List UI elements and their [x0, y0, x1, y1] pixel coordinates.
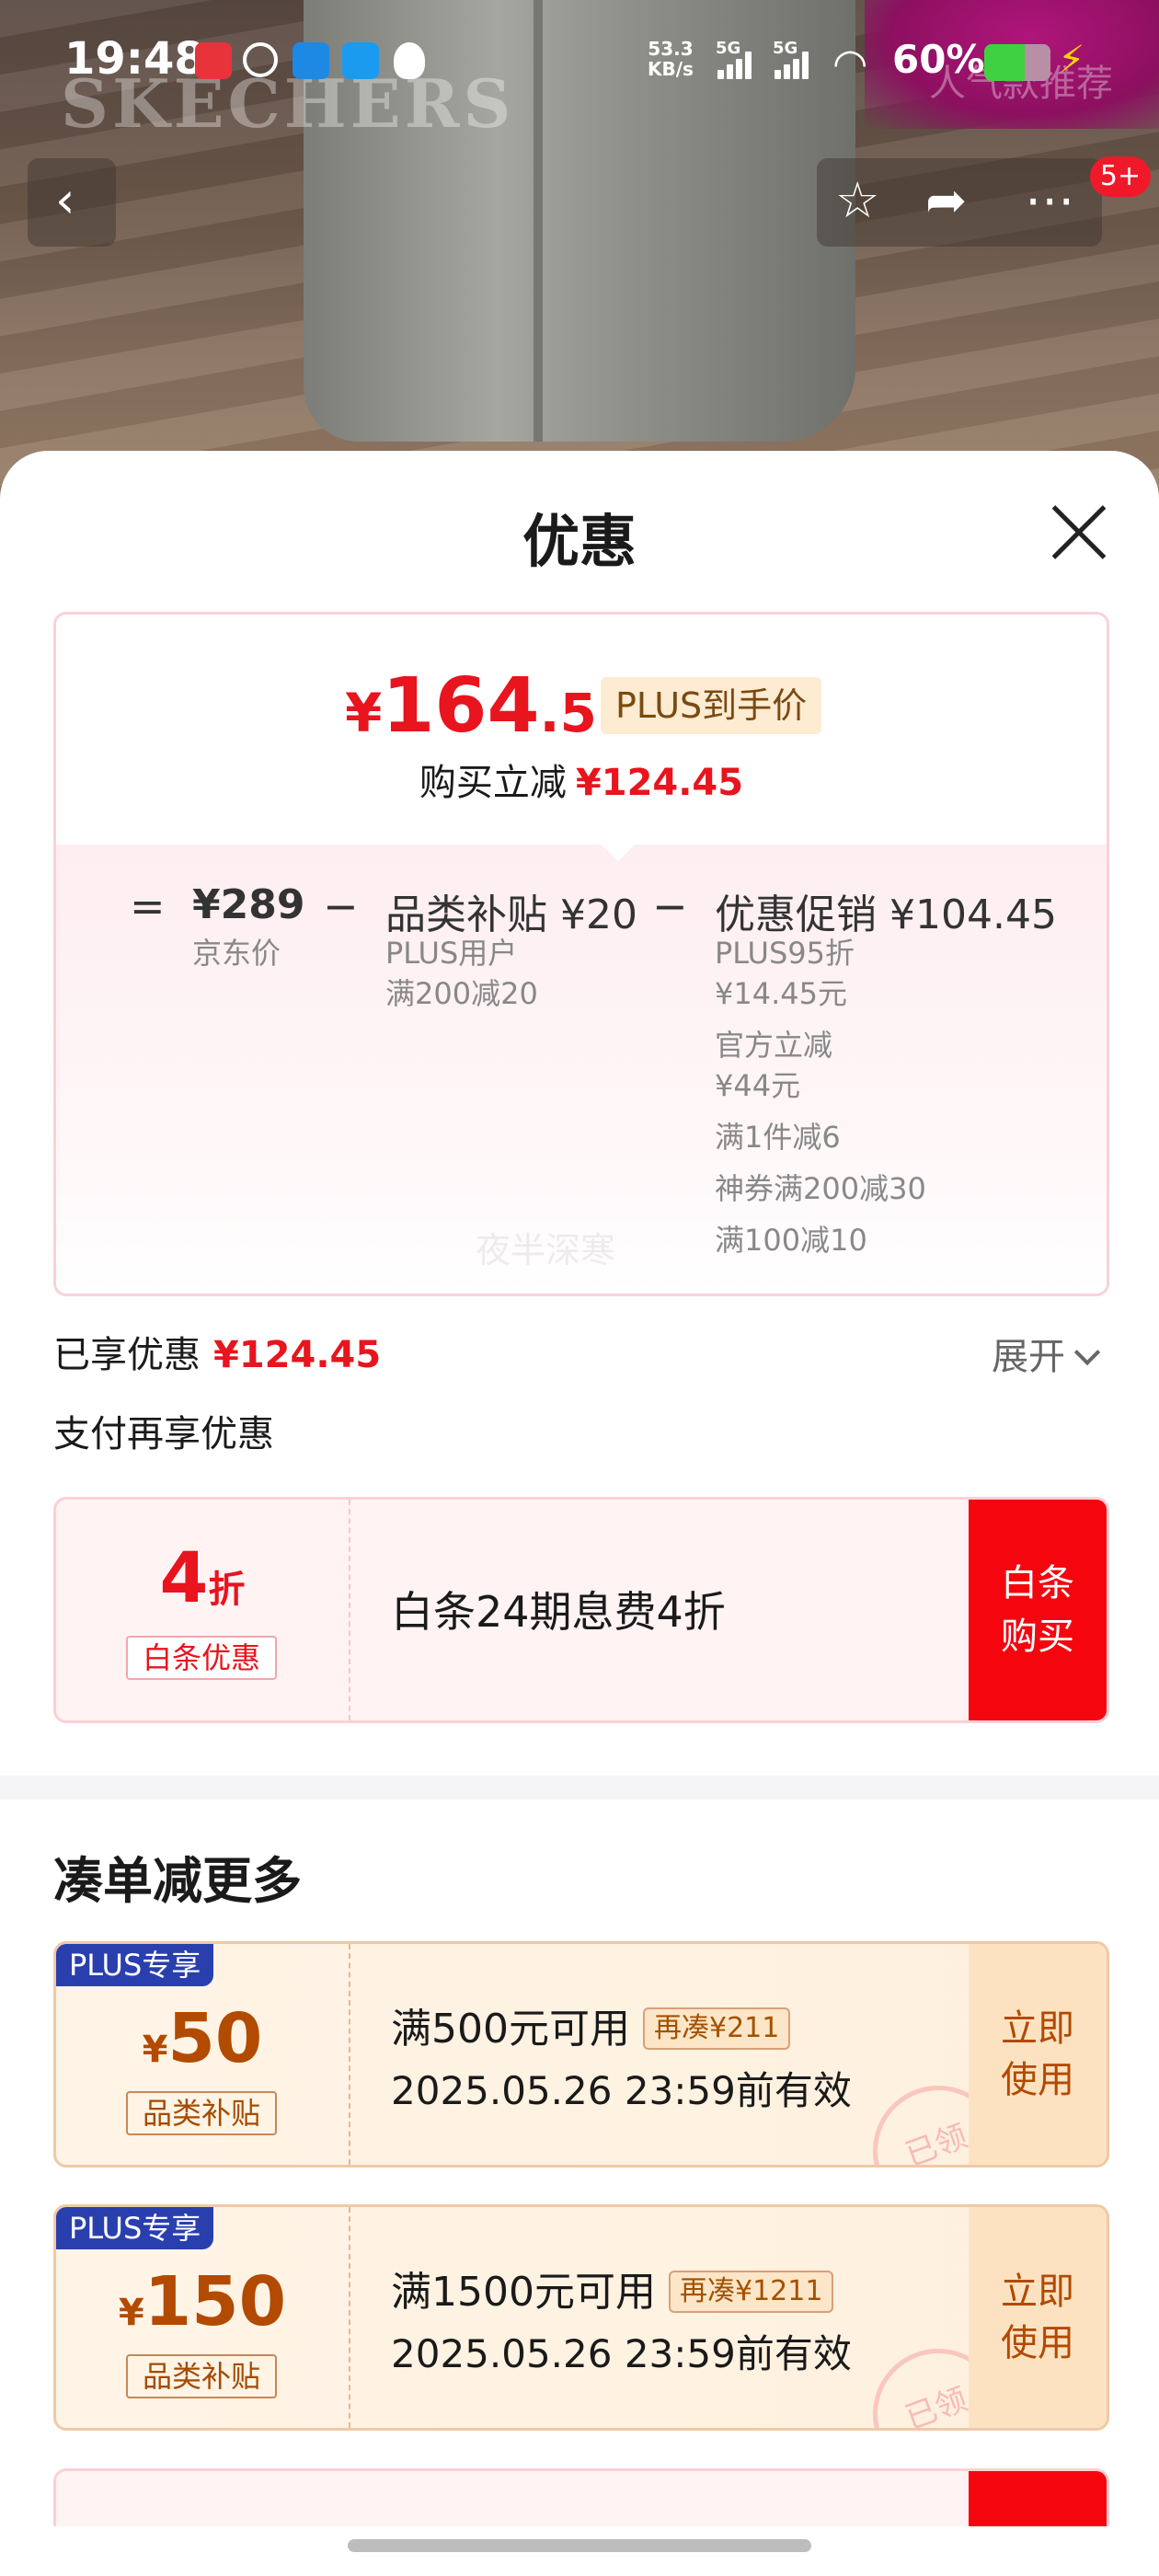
- sheet-title: 优惠: [522, 508, 637, 575]
- jd-price: ¥289: [192, 881, 305, 928]
- save-line: 购买立减 ¥124.45: [56, 753, 1107, 806]
- coupon-validity: 2025.05.26 23:59前有效: [391, 2068, 852, 2113]
- final-price: ¥164.55: [345, 662, 635, 750]
- charging-icon: ⚡: [1058, 37, 1085, 82]
- use-now-button[interactable]: 立即 使用: [969, 2207, 1107, 2428]
- share-icon[interactable]: ➦: [925, 171, 967, 229]
- promo-line: ¥14.45元: [715, 976, 847, 1011]
- coupon-card[interactable]: PLUS专享 ¥50 品类补贴 满500元可用 再凑¥211 2025.05.26…: [53, 1941, 1109, 2168]
- battery-percent: 60%: [892, 37, 985, 82]
- message-badge: 5+: [1090, 156, 1151, 197]
- coupon-amount: ¥50: [142, 1999, 263, 2078]
- section-divider: [0, 1776, 1159, 1800]
- save-label: 购买立减: [419, 762, 567, 804]
- more-icon[interactable]: ⋯: [1025, 171, 1074, 229]
- plus-price-tag: PLUS到手价: [601, 677, 822, 734]
- battery-icon: [984, 44, 1050, 81]
- subsidy-title: 品类补贴 ¥20: [385, 891, 637, 938]
- use-now-button[interactable]: 立即 使用: [969, 1944, 1107, 2165]
- promo-line: 神券满200减30: [715, 1171, 926, 1206]
- watermark: 夜半深寒: [476, 1230, 616, 1271]
- coupon-extra-tag: 再凑¥1211: [668, 2271, 834, 2313]
- chevron-down-icon: [1073, 1339, 1101, 1366]
- coupon-validity: 2025.05.26 23:59前有效: [391, 2331, 852, 2376]
- notification-icon-wechat: [243, 42, 278, 77]
- coupon-tag: 品类补贴: [126, 2091, 277, 2135]
- coupon-condition: 满1500元可用 再凑¥1211: [391, 2259, 834, 2318]
- wifi-icon: ◠: [832, 40, 868, 87]
- promo-line: 满1件减6: [715, 1120, 841, 1155]
- enjoyed-label: 已享优惠: [53, 1334, 201, 1376]
- promo-line: 官方立减: [715, 1028, 833, 1063]
- status-time: 19:48: [64, 33, 205, 85]
- jd-price-label: 京东价: [192, 936, 281, 971]
- top-action-group: ☆ ➦ ⋯: [817, 158, 1102, 247]
- coupon-condition: 满500元可用 再凑¥211: [391, 1995, 791, 2055]
- expand-button[interactable]: 展开: [992, 1327, 1101, 1380]
- notification-icon-manhua: [195, 42, 232, 79]
- price-breakdown-card: ¥164.55 PLUS到手价 购买立减 ¥124.45 = ¥289 京东价 −…: [53, 612, 1109, 1296]
- back-button[interactable]: ‹: [28, 158, 116, 247]
- next-offer-button-partial[interactable]: [969, 2471, 1107, 2526]
- signal-bars-icon: [717, 52, 754, 79]
- promo-line: ¥44元: [715, 1068, 801, 1103]
- promo-line: PLUS95折: [715, 936, 855, 971]
- home-indicator[interactable]: [348, 2539, 811, 2552]
- notification-icon-qq: [394, 42, 425, 79]
- expand-label: 展开: [992, 1336, 1065, 1378]
- save-amount: ¥124.45: [575, 762, 744, 804]
- enjoyed-amount: ¥124.45: [213, 1334, 382, 1376]
- back-icon: ‹: [55, 171, 75, 229]
- equals-sign: =: [130, 881, 166, 931]
- baitiao-discount: 4折: [159, 1536, 246, 1618]
- more-discount-title: 凑单减更多: [53, 1852, 302, 1910]
- status-bar: 19:48 53.3 KB/s 5G 5G ◠ 60% ⚡: [0, 0, 1159, 120]
- baitiao-buy-button[interactable]: 白条 购买: [969, 1500, 1107, 1720]
- baitiao-discount-block: 4折 白条优惠: [56, 1500, 350, 1720]
- promo-title: 优惠促销 ¥104.45: [715, 891, 1057, 938]
- signal-bars-icon: [775, 52, 811, 79]
- pay-more-title: 支付再享优惠: [53, 1413, 274, 1455]
- next-offer-card-partial[interactable]: [53, 2468, 1109, 2526]
- coupon-tag: 品类补贴: [126, 2354, 277, 2398]
- plus-exclusive-badge: PLUS专享: [56, 1944, 214, 1986]
- coupon-amount-block: PLUS专享 ¥150 品类补贴: [56, 2207, 350, 2428]
- coupon-amount: ¥150: [118, 2262, 287, 2341]
- price-summary: ¥164.55 PLUS到手价 购买立减 ¥124.45: [56, 615, 1107, 845]
- baitiao-tag: 白条优惠: [126, 1636, 277, 1680]
- enjoyed-discount: 已享优惠 ¥124.45: [53, 1325, 381, 1378]
- notification-icon-app: [293, 42, 329, 79]
- minus-sign: −: [323, 881, 359, 931]
- close-icon[interactable]: [1049, 502, 1109, 563]
- baitiao-desc: 白条24期息费4折: [391, 1587, 726, 1637]
- subsidy-line: 满200减20: [385, 976, 538, 1011]
- coupon-card[interactable]: PLUS专享 ¥150 品类补贴 满1500元可用 再凑¥1211 2025.05…: [53, 2204, 1109, 2431]
- baitiao-offer-card[interactable]: 4折 白条优惠 白条24期息费4折 白条 购买: [53, 1497, 1109, 1723]
- promo-line: 满100减10: [715, 1223, 867, 1258]
- coupon-extra-tag: 再凑¥211: [642, 2007, 791, 2050]
- minus-sign: −: [652, 881, 688, 931]
- coupon-amount-block: PLUS专享 ¥50 品类补贴: [56, 1944, 350, 2165]
- subsidy-line: PLUS用户: [385, 936, 518, 971]
- star-icon[interactable]: ☆: [835, 171, 879, 229]
- network-speed: 53.3 KB/s: [648, 38, 694, 80]
- plus-exclusive-badge: PLUS专享: [56, 2207, 214, 2249]
- notification-icon-alipay: [342, 42, 379, 79]
